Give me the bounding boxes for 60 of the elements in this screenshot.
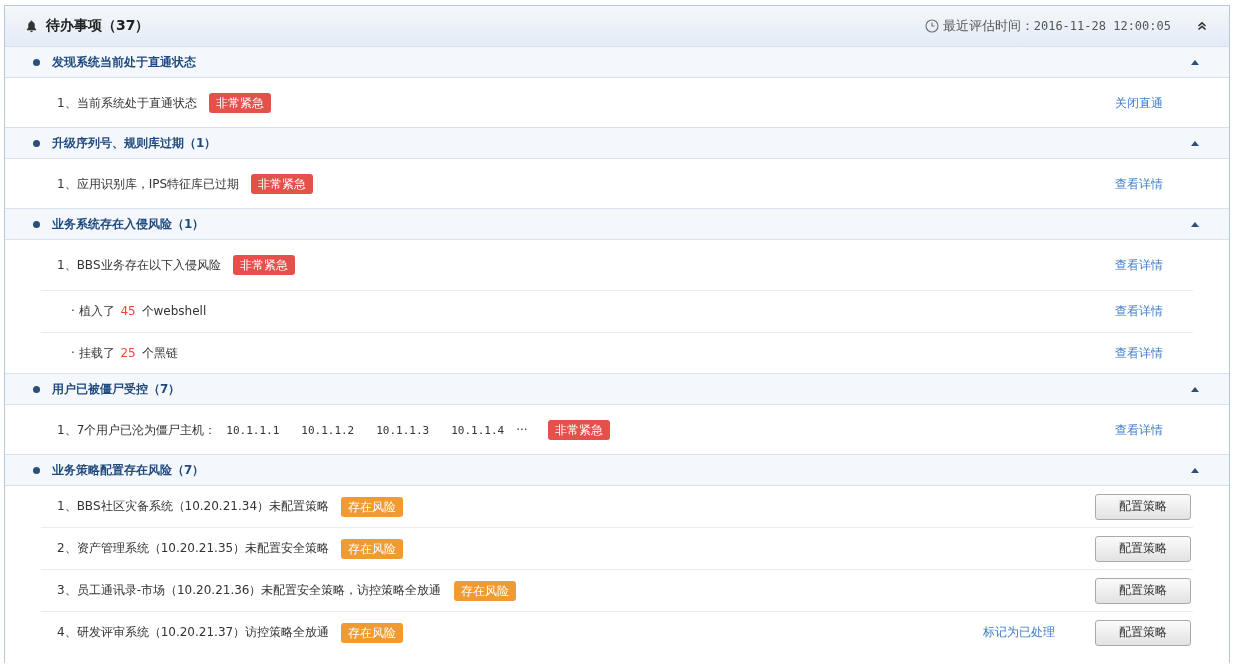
item-text: 1、BBS业务存在以下入侵风险 xyxy=(57,256,221,274)
host-ip: 10.1.1.3 xyxy=(376,423,430,437)
host-ip: 10.1.1.1 xyxy=(226,423,280,437)
panel-title: 待办事项（37） xyxy=(46,17,150,35)
section-header[interactable]: 升级序列号、规则库过期（1） xyxy=(5,127,1229,159)
configure-button[interactable]: 配置策略 xyxy=(1095,577,1191,604)
priority-badge: 非常紧急 xyxy=(251,174,314,194)
action-link[interactable]: 查看详情 xyxy=(1115,303,1163,320)
host-ip: 10.1.1.2 xyxy=(301,423,355,437)
item-text: · 植入了 45 个webshell xyxy=(71,303,207,320)
eval-time-label: 最近评估时间： xyxy=(942,17,1034,35)
priority-badge: 非常紧急 xyxy=(232,255,295,275)
section-title: 发现系统当前处于直通状态 xyxy=(52,53,196,71)
bullet-icon xyxy=(33,139,40,147)
action-link[interactable]: 查看详情 xyxy=(1115,175,1163,193)
configure-button[interactable]: 配置策略 xyxy=(1095,535,1191,562)
item-text: 1、BBS社区灾备系统（10.20.21.34）未配置策略 xyxy=(57,498,330,515)
item-text: 1、应用识别库，IPS特征库已过期 xyxy=(57,175,240,193)
caret-icon[interactable] xyxy=(1191,467,1199,473)
section-header[interactable]: 用户已被僵尸受控（7） xyxy=(5,373,1229,405)
priority-badge: 非常紧急 xyxy=(547,420,610,440)
caret-icon[interactable] xyxy=(1191,140,1199,146)
priority-badge: 存在风险 xyxy=(341,538,404,559)
section-header[interactable]: 业务系统存在入侵风险（1） xyxy=(5,208,1229,240)
priority-badge: 非常紧急 xyxy=(208,93,271,113)
host-ip: 10.1.1.4 xyxy=(451,423,505,437)
eval-time: 2016-11-28 12:00:05 xyxy=(1033,19,1171,33)
item-text: 1、7个用户已沦为僵尸主机： xyxy=(57,421,217,439)
priority-badge: 存在风险 xyxy=(341,622,404,643)
section-title: 用户已被僵尸受控（7） xyxy=(52,380,181,398)
configure-button[interactable]: 配置策略 xyxy=(1095,619,1191,646)
action-link[interactable]: 标记为已处理 xyxy=(983,624,1055,641)
item-text: 4、研发评审系统（10.20.21.37）访控策略全放通 xyxy=(57,624,330,641)
action-link[interactable]: 关闭直通 xyxy=(1115,94,1163,112)
bell-icon xyxy=(25,19,38,33)
bullet-icon xyxy=(33,220,40,228)
bullet-icon xyxy=(33,466,40,474)
clock-icon xyxy=(924,19,939,33)
item-text: 2、资产管理系统（10.20.21.35）未配置安全策略 xyxy=(57,540,330,557)
caret-icon[interactable] xyxy=(1191,59,1199,65)
section-title: 业务系统存在入侵风险（1） xyxy=(52,215,205,233)
configure-button[interactable]: 配置策略 xyxy=(1095,493,1191,520)
item-text: · 挂载了 25 个黑链 xyxy=(71,345,178,362)
section-header[interactable]: 业务策略配置存在风险（7） xyxy=(5,454,1229,486)
more-hosts: ··· xyxy=(516,423,528,437)
section-title: 升级序列号、规则库过期（1） xyxy=(52,134,217,152)
action-link[interactable]: 查看详情 xyxy=(1115,345,1163,362)
action-link[interactable]: 查看详情 xyxy=(1115,421,1163,439)
caret-icon[interactable] xyxy=(1191,221,1199,227)
section-header[interactable]: 发现系统当前处于直通状态 xyxy=(5,46,1229,78)
double-caret-icon xyxy=(1197,21,1207,31)
item-text: 3、员工通讯录-市场（10.20.21.36）未配置安全策略，访控策略全放通 xyxy=(57,582,442,599)
priority-badge: 存在风险 xyxy=(341,496,404,517)
priority-badge: 存在风险 xyxy=(453,580,516,601)
action-link[interactable]: 查看详情 xyxy=(1115,256,1163,274)
bullet-icon xyxy=(33,385,40,393)
section-title: 业务策略配置存在风险（7） xyxy=(52,461,205,479)
bullet-icon xyxy=(33,58,40,66)
caret-icon[interactable] xyxy=(1191,386,1199,392)
item-text: 1、当前系统处于直通状态 xyxy=(57,94,197,112)
